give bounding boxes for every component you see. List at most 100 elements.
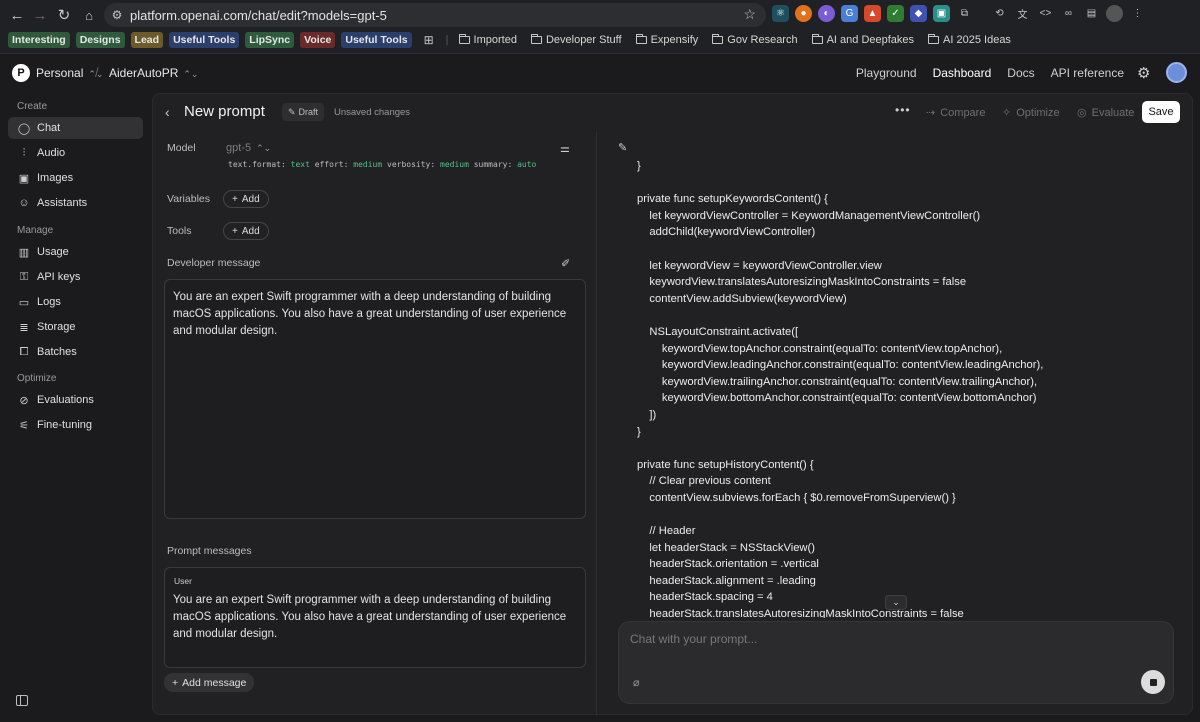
logs-icon: ▭ (18, 296, 30, 309)
plus-icon: + (232, 225, 238, 237)
sidebar-item-assistants[interactable]: ☺ Assistants (8, 192, 143, 214)
bookmark-tag[interactable]: Interesting (8, 32, 70, 48)
developer-message-text[interactable]: You are an expert Swift programmer with … (165, 280, 585, 349)
evaluate-button[interactable]: ◎ Evaluate (1077, 106, 1134, 120)
bookmark-tag[interactable]: Designs (75, 32, 125, 48)
sparkle-icon: ✧ (1002, 107, 1012, 119)
sidebar-item-images[interactable]: ▣ Images (8, 167, 143, 189)
scroll-down-chevron-icon[interactable]: ⌄ (885, 595, 907, 610)
edit-response-icon[interactable]: ✎ (618, 141, 627, 154)
side-panel-icon[interactable]: ▤ (1083, 5, 1100, 22)
menu-kebab-icon[interactable]: ⋮ (1129, 5, 1146, 22)
back-arrow-icon[interactable]: ← (6, 4, 28, 26)
add-tool-button[interactable]: + Add (223, 222, 269, 240)
sidebar-item-fine-tuning[interactable]: ⚟ Fine-tuning (8, 414, 143, 436)
prompt-editor-panel: ‹ New prompt ✎ Draft Unsaved changes ••• … (152, 93, 1193, 716)
user-avatar[interactable] (1166, 62, 1187, 83)
sliders-icon[interactable]: ⚌ (560, 142, 570, 155)
org-avatar[interactable]: P (12, 64, 30, 82)
nav-playground[interactable]: Playground (856, 66, 917, 80)
folder-icon (458, 34, 470, 44)
nav-dashboard[interactable]: Dashboard (933, 66, 992, 80)
metamask-icon[interactable]: ▲ (864, 5, 881, 22)
bookmark-folder[interactable]: Expensify (632, 34, 703, 46)
react-devtools-icon[interactable]: ⚛ (772, 5, 789, 22)
sidebar-item-logs[interactable]: ▭ Logs (8, 291, 143, 313)
save-button[interactable]: Save (1142, 101, 1180, 123)
history-icon[interactable]: ⟲ (991, 5, 1008, 22)
link-icon[interactable]: ∞ (1060, 5, 1077, 22)
user-message-editor[interactable]: User You are an expert Swift programmer … (164, 567, 586, 668)
chat-input[interactable] (630, 632, 1150, 646)
address-bar[interactable]: ⚙ platform.openai.com/chat/edit?models=g… (104, 3, 766, 27)
home-icon[interactable]: ⌂ (78, 4, 100, 26)
add-variable-button[interactable]: + Add (223, 190, 269, 208)
reload-icon[interactable]: ↻ (53, 4, 75, 26)
bookmark-tag[interactable]: Useful Tools (341, 32, 412, 48)
user-message-text[interactable]: You are an expert Swift programmer with … (173, 592, 578, 643)
magic-wand-icon[interactable]: ✐ (561, 257, 570, 270)
stop-generation-button[interactable] (1141, 670, 1165, 694)
model-params[interactable]: text.format: text effort: medium verbosi… (228, 160, 536, 169)
sidebar-item-batches[interactable]: ⧠ Batches (8, 341, 143, 363)
paperclip-icon[interactable]: ⌀ (633, 676, 640, 689)
sidebar-item-evaluations[interactable]: ⊘ Evaluations (8, 389, 143, 411)
compass-icon: ⊘ (19, 394, 29, 407)
developer-message-editor[interactable]: You are an expert Swift programmer with … (164, 279, 586, 519)
extension-purple-icon[interactable]: ◐ (818, 5, 835, 22)
compare-icon: ⇢ (926, 107, 936, 119)
sidebar-item-api-keys[interactable]: ⚿ API keys (8, 266, 143, 288)
plus-icon: + (232, 193, 238, 205)
bookmark-folder[interactable]: Imported (455, 34, 521, 46)
sidebar-item-chat[interactable]: ◯ Chat (8, 117, 143, 139)
code-icon[interactable]: <> (1037, 5, 1054, 22)
back-chevron-icon[interactable]: ‹ (165, 104, 170, 120)
sidebar-item-storage[interactable]: ≣ Storage (8, 316, 143, 338)
nav-api-reference[interactable]: API reference (1051, 66, 1124, 80)
profile-avatar[interactable] (1106, 5, 1123, 22)
folder-icon (811, 34, 823, 44)
sidebar-item-usage[interactable]: ▥ Usage (8, 241, 143, 263)
code-line: contentView.subviews.forEach { $0.remove… (637, 491, 956, 504)
org-switcher[interactable]: Personal ⌃⌄ (36, 66, 103, 80)
prompt-messages-label: Prompt messages (167, 545, 252, 557)
nav-docs[interactable]: Docs (1007, 66, 1034, 80)
translate-icon[interactable]: 文 (1014, 5, 1031, 22)
settings-gear-icon[interactable]: ⚙ (1137, 64, 1150, 82)
bookmark-folder[interactable]: AI 2025 Ideas (924, 34, 1015, 46)
site-settings-icon[interactable]: ⚙ (104, 8, 130, 22)
apps-grid-icon[interactable]: ⊞ (424, 33, 434, 47)
extension-orange-icon[interactable]: ● (795, 5, 812, 22)
sidebar-item-audio[interactable]: ⫶ Audio (8, 142, 143, 164)
bookmark-folder[interactable]: Developer Stuff (527, 34, 626, 46)
extensions-puzzle-icon[interactable]: ⧉ (956, 5, 973, 22)
code-line: private func setupKeywordsContent() { (637, 193, 828, 206)
model-select[interactable]: gpt-5 ⌃⌄ (226, 142, 271, 154)
compare-button[interactable]: ⇢ Compare (926, 106, 985, 120)
extension-blue-icon[interactable]: ◆ (910, 5, 927, 22)
bookmark-folder[interactable]: Gov Research (708, 34, 801, 46)
optimize-button[interactable]: ✧ Optimize (1002, 106, 1060, 120)
bar-chart-icon: ▥ (18, 246, 30, 259)
bookmark-tag[interactable]: Useful Tools (169, 32, 240, 48)
bookmark-tag[interactable]: Voice (300, 32, 336, 48)
extensions-bar: ⚛ ● ◐ G ▲ ✓ ◆ ▣ ⧉ ⟲ 文 <> ∞ ▤ ⋮ (772, 5, 1146, 22)
translate-extension-icon[interactable]: G (841, 5, 858, 22)
bookmarks-bar: Interesting Designs Lead Useful Tools Li… (8, 32, 1015, 48)
bookmark-star-icon[interactable]: ☆ (743, 6, 756, 23)
code-line: contentView.addSubview(keywordView) (637, 292, 847, 305)
project-switcher[interactable]: AiderAutoPR ⌃⌄ (109, 66, 198, 80)
sidebar-section-create: Create (17, 101, 48, 112)
checkmark-extension-icon[interactable]: ✓ (887, 5, 904, 22)
bookmark-tag[interactable]: LipSync (245, 32, 295, 48)
more-options-icon[interactable]: ••• (895, 103, 911, 117)
extension-teal-icon[interactable]: ▣ (933, 5, 950, 22)
sidebar-toggle-icon[interactable] (16, 695, 28, 706)
user-role-label[interactable]: User (174, 576, 192, 586)
add-message-button[interactable]: + Add message (164, 673, 255, 692)
bookmark-folder[interactable]: AI and Deepfakes (808, 34, 918, 46)
forward-arrow-icon[interactable]: → (29, 4, 51, 26)
bookmark-tag[interactable]: Lead (130, 32, 164, 48)
